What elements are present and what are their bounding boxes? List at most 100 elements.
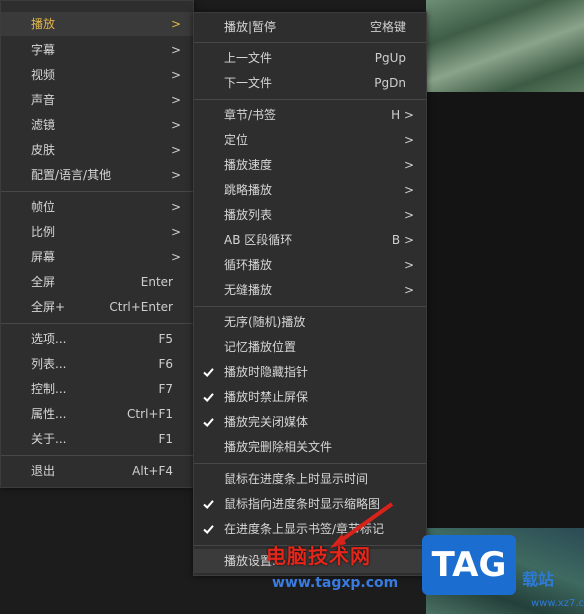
submenu-item-skip[interactable]: 跳略播放 > [194,178,426,202]
watermark-site-name: 电脑技术网 [266,544,371,568]
menu-item-skin[interactable]: 皮肤 > [1,138,193,162]
watermark-logo: TAG [422,535,516,595]
submenu-arrow-icon: > [170,250,181,264]
menu-item-label: 滤镜 [31,118,56,132]
submenu-item-seek[interactable]: 定位 > [194,128,426,152]
menu-item-label: 播放完删除相关文件 [224,440,333,454]
submenu-arrow-icon: > [170,93,181,107]
checkmark-icon [203,524,214,535]
menu-item-label: 关于... [31,432,67,446]
submenu-item-remember-position[interactable]: 记忆播放位置 [194,335,426,359]
shortcut-label: Ctrl+F1 [127,407,173,421]
submenu-item-prev-file[interactable]: 上一文件 PgUp [194,46,426,70]
submenu-item-play-pause[interactable]: 播放|暂停 空格键 [194,15,426,39]
submenu-arrow-icon: > [170,43,181,57]
menu-item-label: 播放 [31,17,56,31]
submenu-item-loop[interactable]: 循环播放 > [194,253,426,277]
submenu-arrow-icon: > [170,68,181,82]
submenu-item-playlist[interactable]: 播放列表 > [194,203,426,227]
submenu-item-close-media[interactable]: 播放完关闭媒体 [194,410,426,434]
menu-separator [194,99,426,100]
submenu-arrow-icon: > [403,183,414,197]
menu-item-label: 鼠标在进度条上时显示时间 [224,472,369,486]
menu-item-label: 全屏+ [31,300,66,314]
menu-separator [1,323,193,324]
submenu-arrow-icon: > [403,258,414,272]
shortcut-label: PgUp [374,51,406,65]
submenu-arrow-icon: > [170,118,181,132]
menu-item-audio[interactable]: 声音 > [1,88,193,112]
menu-separator [194,42,426,43]
checkmark-icon [203,499,214,510]
checkmark-icon [203,367,214,378]
menu-item-label: 属性... [31,407,67,421]
menu-item-label: 播放时隐藏指针 [224,365,309,379]
submenu-item-next-file[interactable]: 下一文件 PgDn [194,71,426,95]
menu-item-list[interactable]: 列表... F6 [1,352,193,376]
menu-item-config[interactable]: 配置/语言/其他 > [1,163,193,187]
submenu-arrow-icon: > [403,208,414,222]
menu-item-label: 字幕 [31,43,56,57]
menu-item-ratio[interactable]: 比例 > [1,220,193,244]
submenu-arrow-icon: > [170,143,181,157]
shortcut-label: PgDn [374,76,406,90]
submenu-arrow-icon: > [170,17,181,31]
menu-item-label: 列表... [31,357,67,371]
menu-item-label: 皮肤 [31,143,56,157]
menu-item-frame[interactable]: 帧位 > [1,195,193,219]
menu-separator [194,306,426,307]
menu-item-label: 上一文件 [224,51,273,65]
shortcut-label: 空格键 [369,20,406,34]
menu-item-label: 无序(随机)播放 [224,315,306,329]
submenu-arrow-icon: > [403,158,414,172]
menu-separator [1,191,193,192]
menu-item-screen[interactable]: 屏幕 > [1,245,193,269]
menu-item-play[interactable]: 播放 > [1,12,193,36]
submenu-arrow-icon: > [170,225,181,239]
submenu-item-delete-files[interactable]: 播放完删除相关文件 [194,435,426,459]
shortcut-label: F6 [158,357,173,371]
context-menu: 播放 > 字幕 > 视频 > 声音 > 滤镜 > 皮肤 > 配置/语言/其他 >… [0,0,194,488]
menu-item-exit[interactable]: 退出 Alt+F4 [1,459,193,483]
shortcut-label: F5 [158,332,173,346]
menu-separator [1,455,193,456]
submenu-arrow-icon: > [403,283,414,297]
submenu-item-ab-loop[interactable]: AB 区段循环 B > [194,228,426,252]
menu-item-label: 播放完关闭媒体 [224,415,309,429]
submenu-item-seamless[interactable]: 无缝播放 > [194,278,426,302]
shortcut-label: Alt+F4 [132,464,173,478]
submenu-arrow-icon: > [403,133,414,147]
submenu-item-chapters[interactable]: 章节/书签 H > [194,103,426,127]
menu-item-label: 播放时禁止屏保 [224,390,309,404]
watermark-small-text: www.xz7.com [531,598,584,609]
menu-item-control[interactable]: 控制... F7 [1,377,193,401]
menu-item-fullscreen[interactable]: 全屏 Enter [1,270,193,294]
shortcut-label: Enter [140,275,173,289]
shortcut-label: F1 [158,432,173,446]
menu-item-label: 退出 [31,464,56,478]
menu-item-label: 视频 [31,68,56,82]
submenu-item-speed[interactable]: 播放速度 > [194,153,426,177]
menu-item-video[interactable]: 视频 > [1,63,193,87]
shortcut-label: F7 [158,382,173,396]
menu-item-fullscreen-plus[interactable]: 全屏+ Ctrl+Enter [1,295,193,319]
submenu-item-show-time[interactable]: 鼠标在进度条上时显示时间 [194,467,426,491]
submenu-item-no-screensaver[interactable]: 播放时禁止屏保 [194,385,426,409]
shortcut-label: Ctrl+Enter [109,300,173,314]
menu-item-properties[interactable]: 属性... Ctrl+F1 [1,402,193,426]
menu-item-filter[interactable]: 滤镜 > [1,113,193,137]
checkmark-icon [203,392,214,403]
menu-item-label: 帧位 [31,200,56,214]
submenu-item-shuffle[interactable]: 无序(随机)播放 [194,310,426,334]
menu-item-label: 播放列表 [224,208,273,222]
menu-item-label: 定位 [224,133,249,147]
menu-item-label: 选项... [31,332,67,346]
submenu-item-hide-pointer[interactable]: 播放时隐藏指针 [194,360,426,384]
menu-item-options[interactable]: 选项... F5 [1,327,193,351]
menu-item-label: 无缝播放 [224,283,273,297]
shortcut-label: H > [391,108,414,122]
menu-item-subtitle[interactable]: 字幕 > [1,38,193,62]
menu-item-label: 播放速度 [224,158,273,172]
menu-item-about[interactable]: 关于... F1 [1,427,193,451]
submenu-arrow-icon: > [170,168,181,182]
